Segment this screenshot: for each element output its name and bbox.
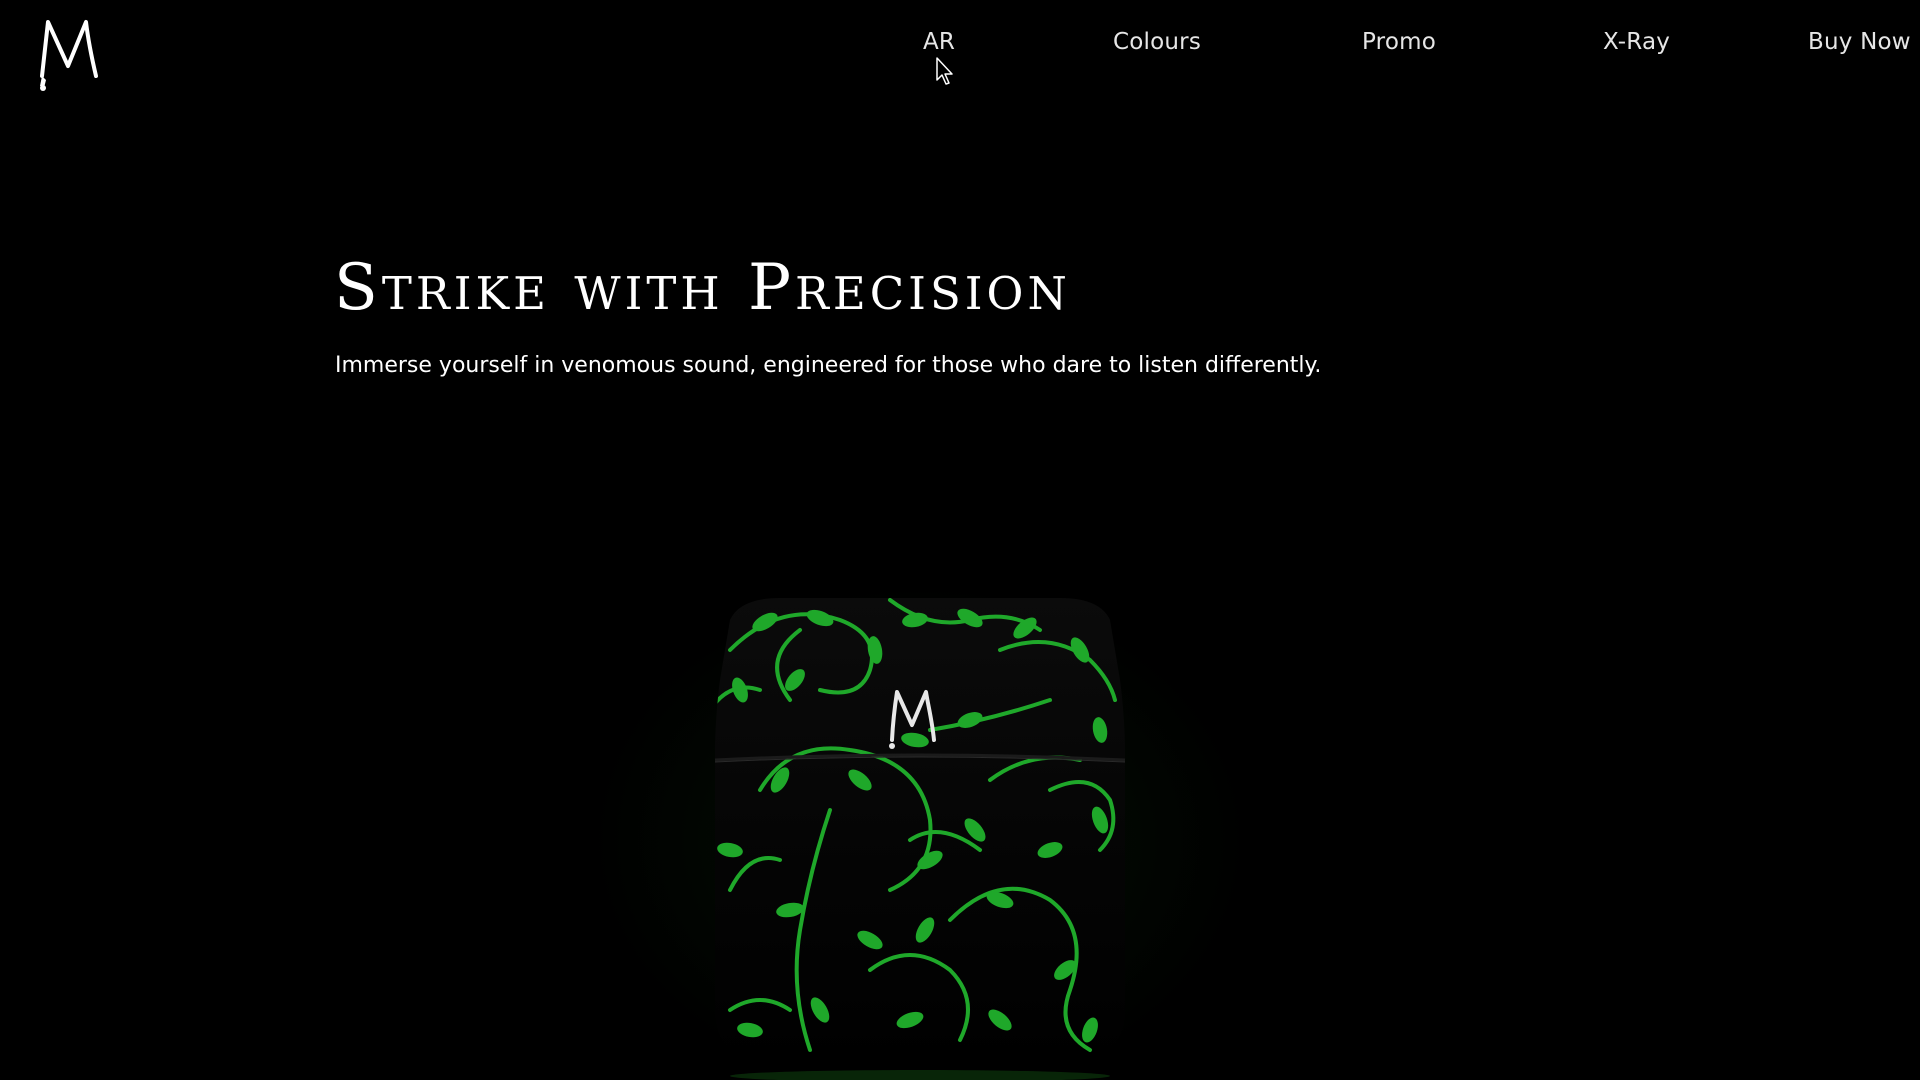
main-nav: AR Colours Promo X-Ray Buy Now <box>0 22 1920 62</box>
nav-item-x-ray[interactable]: X-Ray <box>1603 22 1670 62</box>
nav-item-colours[interactable]: Colours <box>1113 22 1201 62</box>
hero-subtitle: Immerse yourself in venomous sound, engi… <box>335 353 1322 378</box>
nav-item-buy-now[interactable]: Buy Now <box>1808 22 1911 62</box>
vine-leaf-pattern-icon <box>714 598 1126 1080</box>
landing-page: M AR Colours Promo X-Ray Buy Now Strike … <box>0 0 1920 1080</box>
hero-title: Strike with Precision <box>334 251 1071 325</box>
mouse-pointer-icon <box>935 56 955 86</box>
nav-item-promo[interactable]: Promo <box>1362 22 1436 62</box>
earbuds-case-image <box>670 590 1170 1080</box>
